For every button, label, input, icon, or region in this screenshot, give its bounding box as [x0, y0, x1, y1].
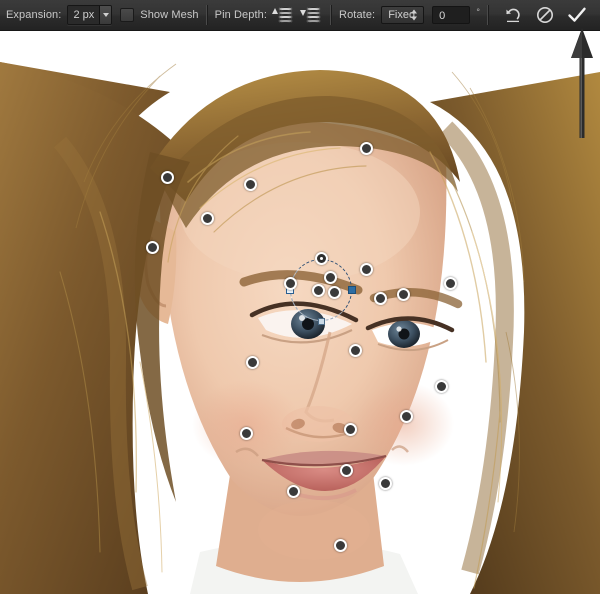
warp-pin[interactable]	[160, 170, 174, 184]
toolbar-divider	[487, 5, 489, 25]
warp-pin[interactable]	[359, 141, 373, 155]
warp-pin[interactable]	[343, 422, 357, 436]
warp-pin[interactable]	[283, 276, 297, 290]
rotate-mode-select[interactable]: Fixed	[381, 6, 425, 24]
warp-pin[interactable]	[286, 484, 300, 498]
show-mesh-checkbox[interactable]	[120, 8, 135, 22]
document-canvas[interactable]	[0, 32, 600, 594]
warp-pin[interactable]	[323, 270, 337, 284]
remove-all-pins-button[interactable]	[498, 3, 528, 27]
cancel-circle-icon	[537, 7, 553, 23]
rotate-label: Rotate:	[339, 9, 376, 21]
rotate-angle-input[interactable]: 0	[432, 6, 471, 24]
warp-pin[interactable]	[399, 409, 413, 423]
warp-pin[interactable]	[378, 476, 392, 490]
undo-arrow-icon	[506, 8, 520, 23]
warp-pin[interactable]	[200, 211, 214, 225]
warp-pin[interactable]	[443, 276, 457, 290]
warp-pin[interactable]	[359, 262, 373, 276]
show-mesh-label: Show Mesh	[140, 9, 199, 21]
stack-glyph	[278, 7, 294, 23]
warp-pin[interactable]	[245, 355, 259, 369]
checkmark-icon	[568, 7, 586, 22]
warp-pin[interactable]	[396, 287, 410, 301]
toolbar-divider	[330, 5, 333, 25]
warp-pin[interactable]	[311, 283, 325, 297]
stack-glyph	[306, 7, 322, 23]
toolbar-divider	[205, 5, 208, 25]
warp-pin[interactable]	[145, 240, 159, 254]
ring-handle-right[interactable]	[348, 286, 356, 294]
degree-symbol: °	[476, 7, 480, 17]
up-arrow-annotation	[571, 28, 593, 138]
warp-pin[interactable]	[243, 177, 257, 191]
expansion-label: Expansion:	[6, 9, 62, 21]
options-bar-actions	[480, 3, 600, 27]
spinner-updown-icon[interactable]	[411, 9, 418, 22]
cancel-puppet-warp-button[interactable]	[530, 3, 560, 27]
warp-pin[interactable]	[434, 379, 448, 393]
warp-pin-selected[interactable]	[314, 251, 328, 265]
stack-backward-icon[interactable]	[299, 4, 323, 26]
expansion-combo[interactable]: 2 px	[67, 5, 113, 25]
warp-pin[interactable]	[373, 291, 387, 305]
ring-handle-bottom[interactable]	[317, 317, 325, 325]
warp-pin[interactable]	[327, 285, 341, 299]
stack-forward-icon[interactable]	[271, 4, 295, 26]
warp-pin[interactable]	[333, 538, 347, 552]
chevron-down-icon[interactable]	[100, 6, 112, 24]
warp-pin[interactable]	[348, 343, 362, 357]
pin-depth-label: Pin Depth:	[214, 9, 268, 21]
warp-pin[interactable]	[339, 463, 353, 477]
puppet-warp-options-bar: Expansion: 2 px Show Mesh Pin Depth: Rot…	[0, 0, 600, 31]
warp-pin[interactable]	[239, 426, 253, 440]
commit-puppet-warp-button[interactable]	[562, 3, 592, 27]
expansion-input[interactable]: 2 px	[68, 6, 101, 24]
